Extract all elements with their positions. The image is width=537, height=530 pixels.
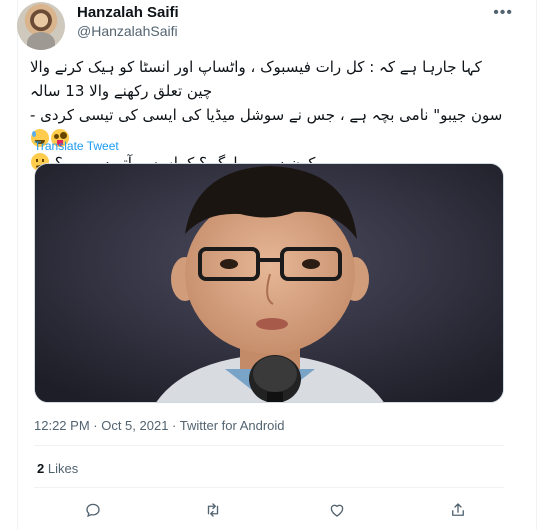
retweet-icon — [207, 503, 219, 517]
tweet-image[interactable] — [34, 163, 504, 403]
reply-icon — [86, 503, 100, 518]
retweet-button[interactable] — [202, 499, 224, 521]
likes-count-link[interactable]: 2 Likes — [37, 461, 78, 476]
tweet-actions — [34, 497, 504, 527]
author-name[interactable]: Hanzalah Saifi — [77, 4, 179, 21]
tweet-header: Hanzalah Saifi @HanzalahSaifi ••• — [17, 0, 517, 50]
author-handle[interactable]: @HanzalahSaifi — [77, 23, 178, 39]
more-options-icon[interactable]: ••• — [493, 5, 513, 21]
divider — [34, 445, 504, 446]
translate-tweet-link[interactable]: Translate Tweet — [34, 139, 119, 153]
divider — [34, 487, 504, 488]
likes-label: Likes — [47, 461, 79, 476]
tweet-text: کہا جارہا ہے کہ : کل رات فیسبوک ، واٹساپ… — [30, 55, 508, 175]
reply-button[interactable] — [82, 499, 104, 521]
tweet-text-line: کہا جارہا ہے کہ : کل رات فیسبوک ، واٹساپ… — [30, 58, 482, 100]
likes-count: 2 — [37, 461, 45, 476]
tweet-date[interactable]: Oct 5, 2021 — [101, 418, 168, 433]
tweet-time[interactable]: 12:22 PM — [34, 418, 90, 433]
share-icon — [452, 503, 464, 516]
tweet-meta: 12:22 PM · Oct 5, 2021 · Twitter for And… — [34, 418, 285, 433]
heart-icon — [330, 504, 344, 517]
share-button[interactable] — [447, 499, 469, 521]
like-button[interactable] — [326, 499, 348, 521]
avatar[interactable] — [17, 2, 65, 50]
tweet-source[interactable]: Twitter for Android — [180, 418, 285, 433]
